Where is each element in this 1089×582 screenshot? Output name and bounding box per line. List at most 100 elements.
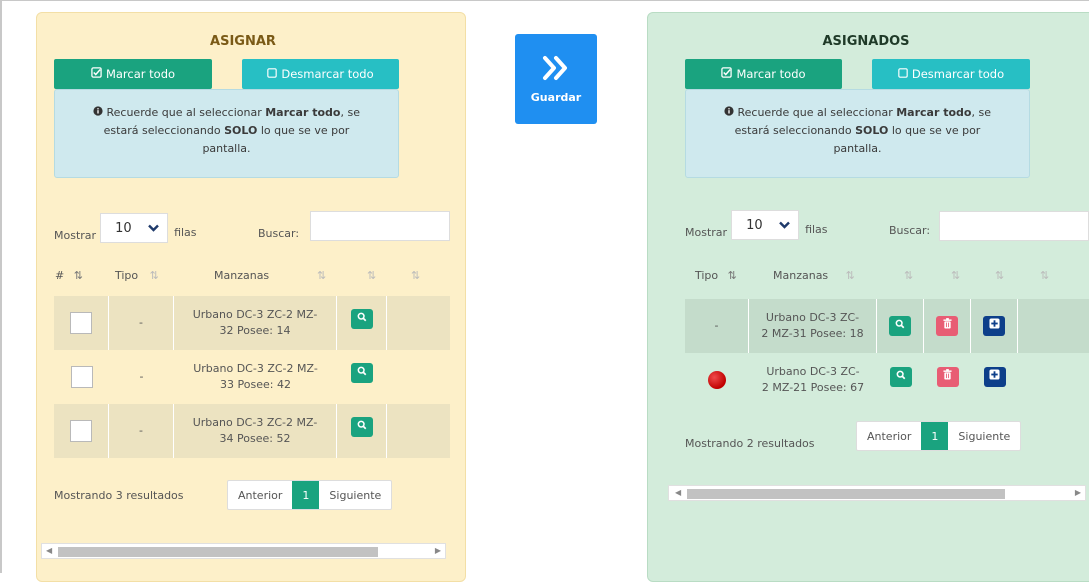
pagination-prev[interactable]: Anterior (857, 422, 921, 450)
column-header-actions[interactable]: ⇅ (367, 269, 376, 282)
manzana-text: 32 Posee: 14 (219, 324, 291, 337)
column-header-view[interactable]: ⇅ (904, 269, 913, 282)
results-count: Mostrando 2 resultados (685, 437, 815, 450)
show-label: Mostrar (685, 225, 728, 239)
sort-icon: ⇅ (367, 269, 377, 282)
page-size-select[interactable]: 10 (731, 210, 800, 240)
view-button[interactable] (889, 367, 912, 387)
red-dot-icon (708, 371, 726, 389)
column-header-manzanas[interactable]: Manzanas ⇅ (773, 269, 855, 282)
search-label: Buscar: (258, 227, 300, 240)
column-header-extra[interactable]: ⇅ (1040, 269, 1049, 282)
add-button[interactable] (983, 316, 1005, 336)
column-header-extra[interactable]: ⇅ (411, 269, 420, 282)
delete-button[interactable] (936, 316, 958, 336)
scroll-left-icon[interactable]: ◀ (675, 488, 681, 497)
info-text: pantalla. (833, 142, 882, 156)
manzana-text: Urbano DC-3 ZC- (766, 364, 860, 378)
view-button[interactable] (351, 363, 373, 383)
pagination-next[interactable]: Siguiente (319, 481, 391, 509)
horizontal-scrollbar[interactable]: ◀ ▶ (668, 485, 1086, 501)
header-manzanas-label: Manzanas (773, 269, 829, 282)
manzana-cell: Urbano DC-3 ZC- 2 MZ-21 Posee: 67 (749, 353, 877, 407)
scrollbar-thumb[interactable] (58, 547, 378, 557)
view-button[interactable] (889, 316, 911, 336)
assign-panel: ASIGNAR Marcar todo Desmarcar todo Recue… (36, 12, 466, 582)
column-header-manzanas[interactable]: Manzanas (214, 269, 269, 282)
info-bold-text: SOLO (224, 124, 258, 138)
info-text: Recuerde que al seleccionar (106, 106, 266, 119)
search-icon (357, 365, 367, 382)
pagination-page-1[interactable]: 1 (292, 481, 320, 509)
save-button[interactable]: Guardar (515, 34, 597, 124)
view-button[interactable] (350, 417, 373, 437)
scroll-right-icon[interactable]: ▶ (435, 546, 441, 555)
tipo-cell: - (109, 404, 174, 458)
search-input[interactable] (310, 211, 450, 241)
scroll-left-icon[interactable]: ◀ (46, 546, 52, 555)
scroll-right-icon[interactable]: ▶ (1075, 488, 1081, 497)
info-bold-text: Marcar todo (896, 106, 972, 119)
column-header-hash[interactable]: # ⇅ (55, 269, 83, 282)
panel-title: ASIGNADOS (822, 34, 910, 49)
page-size-select[interactable]: 10 (100, 213, 169, 243)
search-label: Buscar: (889, 224, 931, 237)
square-icon (267, 67, 278, 81)
mark-all-button[interactable]: Marcar todo (54, 59, 212, 89)
view-button[interactable] (350, 309, 373, 329)
scrollbar-thumb[interactable] (687, 489, 1005, 499)
unmark-all-button[interactable]: Desmarcar todo (872, 59, 1030, 89)
info-alert: Recuerde que al seleccionar Marcar todo,… (54, 89, 399, 178)
column-header-add[interactable]: ⇅ (995, 269, 1004, 282)
search-input[interactable] (939, 211, 1089, 241)
sort-icon: ⇅ (951, 269, 961, 282)
mark-all-button[interactable]: Marcar todo (685, 59, 842, 89)
double-chevron-right-icon (541, 55, 571, 85)
info-circle-icon (724, 106, 738, 119)
info-alert: Recuerde que al seleccionar Marcar todo,… (685, 89, 1030, 178)
manzana-text: Urbano DC-3 ZC-2 MZ- (193, 361, 318, 375)
sort-icon: ⇅ (317, 269, 327, 282)
manzana-text: Urbano DC-3 ZC-2 MZ- (192, 415, 318, 429)
sort-icon: ⇅ (149, 269, 159, 282)
column-header-tipo[interactable]: Tipo ⇅ (695, 269, 737, 282)
info-text: , se (340, 106, 360, 119)
page-size-control: Mostrar 10 filas (54, 213, 197, 243)
plus-square-icon (989, 369, 1000, 386)
pagination-next[interactable]: Siguiente (948, 422, 1020, 450)
column-header-manzanas-sort[interactable]: ⇅ (317, 269, 326, 282)
header-manzanas-label: Manzanas (214, 269, 270, 282)
manzana-cell: Urbano DC-3 ZC-2 MZ- 33 Posee: 42 (174, 350, 337, 404)
unmark-all-button[interactable]: Desmarcar todo (242, 59, 399, 89)
search-icon (357, 419, 367, 436)
info-text: lo que se ve por (257, 124, 350, 138)
manzana-text: Urbano DC-3 ZC- (765, 310, 860, 324)
show-label: Mostrar (54, 228, 97, 242)
add-button[interactable] (983, 367, 1006, 387)
info-circle-icon (93, 106, 107, 119)
info-text: lo que se ve por (888, 124, 981, 138)
table-row: - Urbano DC-3 ZC- 2 MZ-31 Posee: 18 (685, 299, 1089, 353)
sort-icon: ⇅ (995, 269, 1005, 282)
row-checkbox[interactable] (70, 312, 92, 334)
tipo-cell (685, 353, 749, 407)
tipo-cell: - (685, 299, 749, 353)
check-square-icon (91, 67, 102, 81)
mark-all-label: Marcar todo (105, 67, 176, 81)
pagination-page-1[interactable]: 1 (921, 422, 949, 450)
save-button-label: Guardar (530, 90, 582, 104)
row-checkbox[interactable] (70, 366, 93, 388)
manzana-cell: Urbano DC-3 ZC-2 MZ- 32 Posee: 14 (174, 296, 337, 350)
pagination-prev[interactable]: Anterior (228, 481, 292, 509)
square-icon (898, 67, 908, 81)
delete-button[interactable] (936, 367, 959, 387)
row-checkbox[interactable] (70, 420, 92, 442)
pagination: Anterior 1 Siguiente (856, 421, 1022, 451)
search-icon (357, 311, 367, 328)
column-header-delete[interactable]: ⇅ (951, 269, 960, 282)
horizontal-scrollbar[interactable]: ◀ ▶ (41, 543, 446, 559)
manzana-text: 33 Posee: 42 (220, 378, 291, 391)
column-header-tipo[interactable]: Tipo ⇅ (115, 269, 159, 282)
panel-title: ASIGNAR (210, 34, 276, 49)
chevron-down-icon (779, 219, 790, 232)
